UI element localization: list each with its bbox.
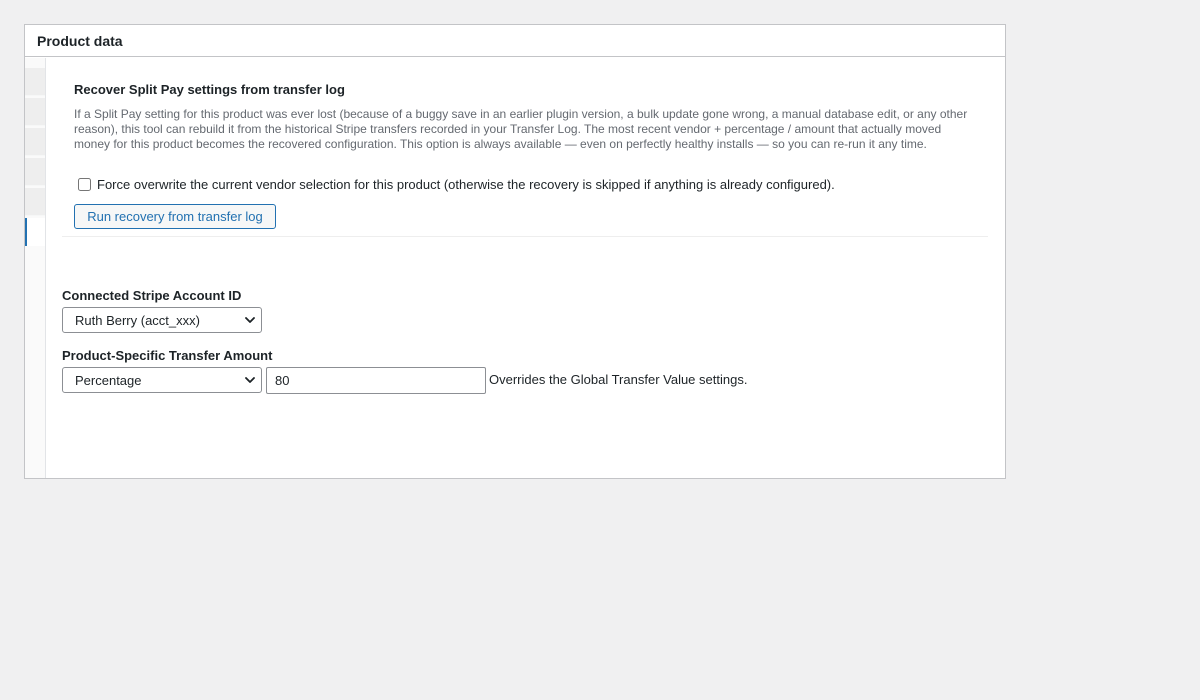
stripe-account-select[interactable]: Ruth Berry (acct_xxx)	[62, 307, 262, 333]
chevron-down-icon	[245, 377, 255, 383]
transfer-amount-hint: Overrides the Global Transfer Value sett…	[489, 372, 748, 387]
recovery-description: If a Split Pay setting for this product …	[74, 107, 968, 151]
recovery-section: Recover Split Pay settings from transfer…	[62, 58, 988, 237]
transfer-amount-label: Product-Specific Transfer Amount	[62, 348, 273, 363]
transfer-type-selected: Percentage	[75, 372, 142, 388]
product-data-tab-5[interactable]	[25, 188, 45, 216]
transfer-amount-input[interactable]	[266, 367, 486, 394]
stripe-account-label: Connected Stripe Account ID	[62, 288, 242, 303]
metabox-title: Product data	[37, 32, 123, 49]
product-data-tab-3[interactable]	[25, 128, 45, 156]
metabox-header: Product data	[25, 25, 1005, 57]
chevron-down-icon	[245, 317, 255, 323]
product-data-tabs	[25, 58, 46, 478]
transfer-type-select[interactable]: Percentage	[62, 367, 262, 393]
stripe-account-selected: Ruth Berry (acct_xxx)	[75, 312, 200, 328]
product-data-metabox: Product data Recover Split Pay settings …	[24, 24, 1006, 479]
recovery-heading: Recover Split Pay settings from transfer…	[74, 82, 345, 97]
product-data-tab-1[interactable]	[25, 68, 45, 96]
product-data-tab-2[interactable]	[25, 98, 45, 126]
force-overwrite-label: Force overwrite the current vendor selec…	[97, 177, 835, 192]
product-data-tab-active[interactable]	[25, 218, 45, 246]
force-overwrite-checkbox[interactable]	[78, 178, 91, 191]
run-recovery-button[interactable]: Run recovery from transfer log	[74, 204, 276, 229]
force-overwrite-row[interactable]: Force overwrite the current vendor selec…	[78, 177, 835, 192]
product-data-tab-4[interactable]	[25, 158, 45, 186]
